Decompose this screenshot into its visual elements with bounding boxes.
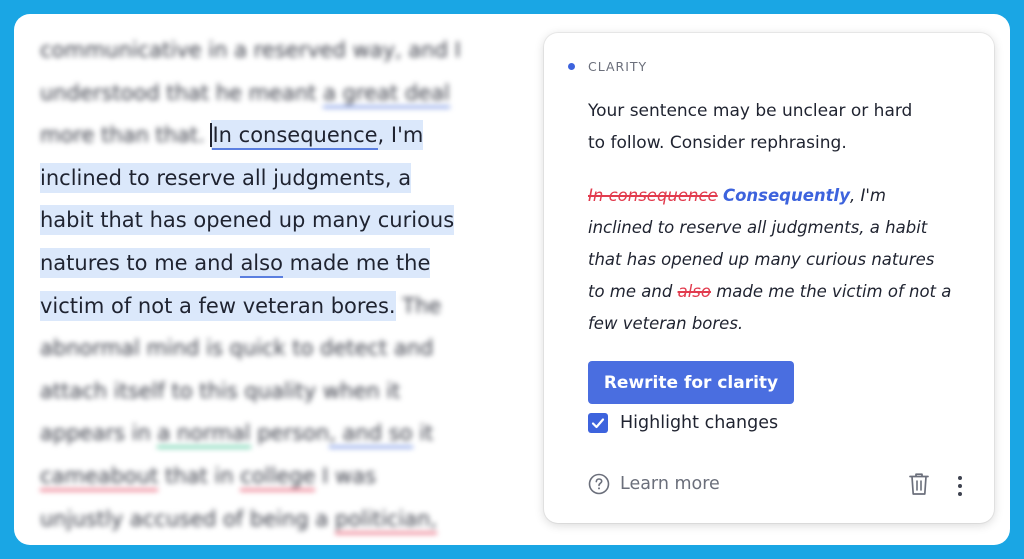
more-vertical-icon[interactable] xyxy=(956,475,964,501)
doc-text: appears in xyxy=(40,421,158,446)
doc-text: that in xyxy=(158,463,241,488)
doc-text: , I'm xyxy=(377,123,424,148)
doc-text: I was xyxy=(315,463,376,488)
highlight-changes-checkbox[interactable] xyxy=(588,413,608,433)
doc-text: person xyxy=(250,421,330,446)
preview-line: to me and also made me the victim of not… xyxy=(588,276,983,308)
doc-line-5: habit that has opened up many curious xyxy=(40,199,500,242)
preview-line: that has opened up many curious natures xyxy=(588,250,935,269)
flagged-phrase[interactable]: In consequence xyxy=(212,123,378,151)
selected-text: natures to me and xyxy=(40,250,241,275)
suggestion-underline[interactable]: cameabout xyxy=(40,463,159,491)
category-dot xyxy=(568,63,575,70)
learn-more-label: Learn more xyxy=(620,474,720,494)
suggestion-underline[interactable]: , and so xyxy=(329,421,413,449)
doc-text: it xyxy=(412,421,434,446)
doc-line-10: appears in a normal person, and so it xyxy=(40,412,500,455)
deleted-text: In consequence xyxy=(588,186,718,205)
rewrite-preview: In consequence Consequently, I'm incline… xyxy=(588,180,983,340)
doc-line-12: unjustly accused of being a politician, xyxy=(40,498,500,541)
doc-line-1: communicative in a reserved way, and I xyxy=(40,38,461,62)
doc-line-7: victim of not a few veteran bores. The xyxy=(40,285,500,328)
checkmark-icon xyxy=(591,418,605,429)
preview-line: inclined to reserve all judgments, a hab… xyxy=(588,218,928,237)
suggestion-explanation: Your sentence may be unclear or hard to … xyxy=(588,95,968,159)
selected-text: made me the xyxy=(282,250,431,275)
selected-text: habit that has opened up many curious xyxy=(40,205,455,236)
doc-line-2: understood that he meant a great deal xyxy=(40,72,500,115)
doc-text: more than that. xyxy=(40,123,212,148)
preview-text: , I'm xyxy=(849,186,886,205)
doc-line-9: attach itself to this quality when it xyxy=(40,378,401,403)
deleted-text: also xyxy=(677,282,711,301)
document-text[interactable]: communicative in a reserved way, and I u… xyxy=(40,29,500,540)
highlight-changes-toggle[interactable]: Highlight changes xyxy=(588,413,778,433)
doc-line-11: cameabout that in college I was xyxy=(40,455,500,498)
doc-line-8: abnormal mind is quick to detect and xyxy=(40,336,434,361)
trash-icon[interactable] xyxy=(907,471,931,501)
rewrite-for-clarity-button[interactable]: Rewrite for clarity xyxy=(588,361,794,404)
editor-window: communicative in a reserved way, and I u… xyxy=(14,14,1010,545)
category-label: CLARITY xyxy=(588,59,648,74)
suggestion-underline[interactable]: politician, xyxy=(334,506,438,534)
preview-text: made me the victim of not a xyxy=(710,282,952,301)
highlight-changes-label: Highlight changes xyxy=(620,413,779,433)
preview-line: few veteran bores. xyxy=(588,314,744,333)
selected-text: inclined to reserve all judgments, a xyxy=(40,162,412,193)
suggestion-card: CLARITY Your sentence may be unclear or … xyxy=(544,33,994,523)
selected-text: victim of not a few veteran bores. xyxy=(40,290,396,321)
doc-line-6: natures to me and also made me the xyxy=(40,242,500,285)
flagged-word[interactable]: also xyxy=(240,250,283,278)
doc-text: unjustly accused of being a xyxy=(40,506,335,531)
suggestion-underline[interactable]: a normal xyxy=(157,421,251,449)
help-circle-icon xyxy=(588,473,610,495)
doc-text: understood that he meant xyxy=(40,80,324,105)
doc-line-3: more than that. In consequence, I'm xyxy=(40,114,500,157)
suggestion-category: CLARITY xyxy=(568,59,647,74)
explanation-line: to follow. Consider rephrasing. xyxy=(588,133,847,153)
suggestion-underline[interactable]: a great deal xyxy=(323,80,450,108)
preview-text: to me and xyxy=(588,282,678,301)
doc-line-4: inclined to reserve all judgments, a xyxy=(40,157,500,200)
learn-more-link[interactable]: Learn more xyxy=(588,473,720,495)
inserted-text: Consequently xyxy=(722,186,850,205)
suggestion-underline[interactable]: college xyxy=(240,463,316,491)
explanation-line: Your sentence may be unclear or hard xyxy=(588,101,913,121)
preview-line: In consequence Consequently, I'm xyxy=(588,180,983,212)
doc-text: The xyxy=(395,293,442,318)
